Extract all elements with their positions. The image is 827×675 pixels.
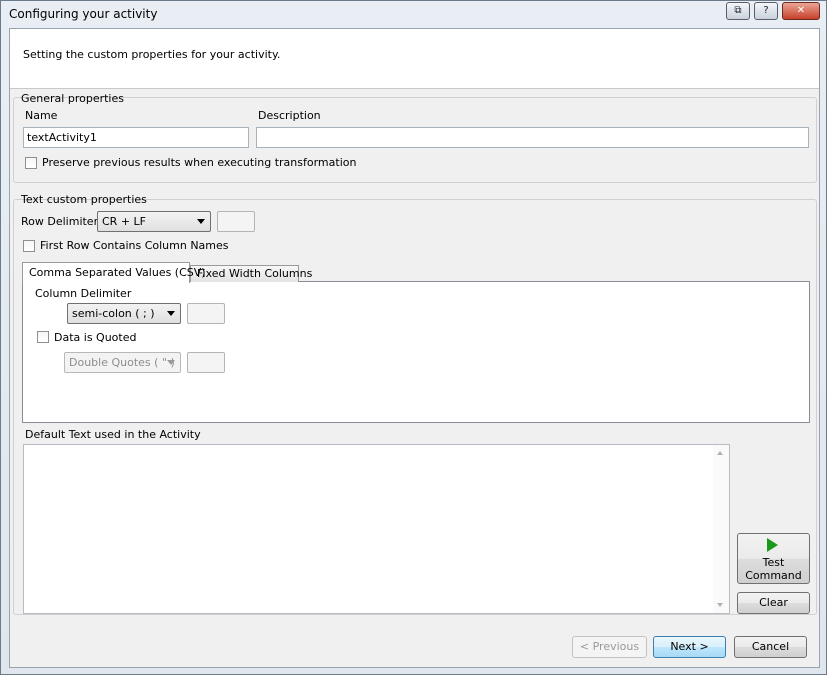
column-delimiter-custom-field[interactable] xyxy=(187,303,225,324)
chevron-down-icon xyxy=(167,360,175,365)
chevron-down-icon xyxy=(197,219,205,224)
description-label: Description xyxy=(258,109,321,122)
name-label: Name xyxy=(25,109,58,122)
description-input[interactable] xyxy=(256,127,809,148)
test-command-line2: Command xyxy=(745,569,802,582)
text-properties-label: Text custom properties xyxy=(21,193,147,206)
preserve-results-checkbox[interactable] xyxy=(25,157,37,169)
play-icon xyxy=(767,538,778,552)
window-title: Configuring your activity xyxy=(9,7,158,21)
client-area: Setting the custom properties for your a… xyxy=(9,28,820,668)
tab-csv[interactable]: Comma Separated Values (CSV) xyxy=(22,262,206,283)
scroll-up-icon[interactable] xyxy=(717,451,723,455)
test-command-button[interactable]: Test Command xyxy=(737,533,810,584)
tab-fixed-width[interactable]: Fixed Width Columns xyxy=(190,265,312,282)
preserve-results-label: Preserve previous results when executing… xyxy=(42,156,357,169)
tab-csv-label: Comma Separated Values (CSV) xyxy=(29,266,206,279)
data-quoted-checkbox[interactable] xyxy=(37,331,49,343)
clear-button[interactable]: Clear xyxy=(737,592,810,614)
test-command-line1: Test xyxy=(762,556,785,569)
quote-char-custom-field[interactable] xyxy=(187,352,225,373)
help-icon[interactable]: ? xyxy=(754,2,778,20)
header-text: Setting the custom properties for your a… xyxy=(23,48,281,61)
next-button[interactable]: Next > xyxy=(653,636,726,658)
row-delimiter-label: Row Delimiter xyxy=(21,215,99,228)
test-command-label: Test Command xyxy=(738,556,809,582)
column-delimiter-label: Column Delimiter xyxy=(35,287,132,300)
header-panel: Setting the custom properties for your a… xyxy=(10,29,819,89)
row-delimiter-custom-field[interactable] xyxy=(217,211,255,232)
column-delimiter-select[interactable]: semi-colon ( ; ) xyxy=(67,303,181,324)
previous-button[interactable]: < Previous xyxy=(572,636,647,658)
chevron-down-icon xyxy=(167,311,175,316)
dialog-window: Configuring your activity ⧉ ? ✕ Setting … xyxy=(0,0,827,675)
cancel-button[interactable]: Cancel xyxy=(734,636,807,658)
restore-icon[interactable]: ⧉ xyxy=(726,2,750,20)
tab-fixed-width-label: Fixed Width Columns xyxy=(197,267,313,280)
default-text-area[interactable] xyxy=(23,444,730,614)
row-delimiter-select[interactable]: CR + LF xyxy=(97,211,211,232)
default-text-scrollbar[interactable] xyxy=(713,445,729,613)
first-row-names-checkbox[interactable] xyxy=(23,240,35,252)
row-delimiter-value: CR + LF xyxy=(102,215,146,228)
title-bar[interactable]: Configuring your activity ⧉ ? ✕ xyxy=(1,1,826,28)
quote-char-select[interactable]: Double Quotes ( " ) xyxy=(64,352,181,373)
name-input[interactable] xyxy=(23,127,249,148)
scroll-down-icon[interactable] xyxy=(717,603,723,607)
quote-char-value: Double Quotes ( " ) xyxy=(69,356,175,369)
general-properties-label: General properties xyxy=(21,92,124,105)
default-text-label: Default Text used in the Activity xyxy=(25,428,201,441)
first-row-names-label: First Row Contains Column Names xyxy=(40,239,229,252)
close-icon[interactable]: ✕ xyxy=(782,2,820,20)
data-quoted-label: Data is Quoted xyxy=(54,331,137,344)
column-delimiter-value: semi-colon ( ; ) xyxy=(72,307,155,320)
